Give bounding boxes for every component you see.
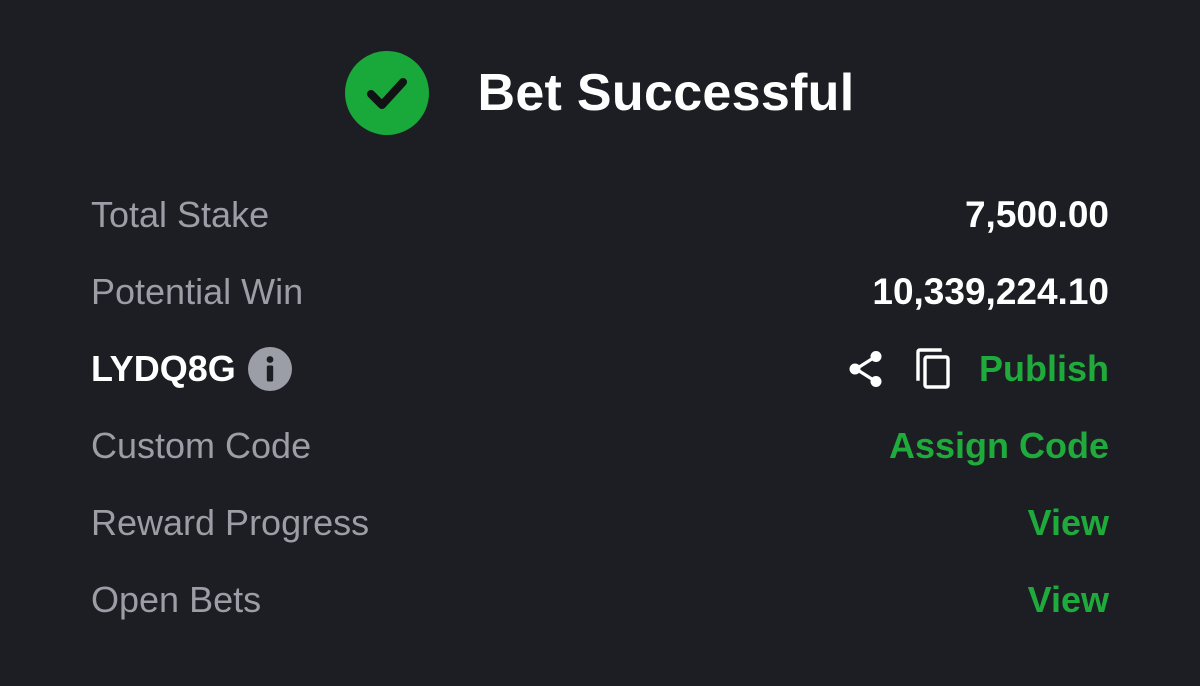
custom-code-row: Custom Code Assign Code [91,407,1109,484]
booking-actions: Publish [845,347,1109,391]
share-icon[interactable] [845,348,887,390]
publish-button[interactable]: Publish [979,348,1109,390]
total-stake-value: 7,500.00 [964,193,1109,235]
copy-icon[interactable] [913,347,953,391]
reward-progress-label: Reward Progress [91,501,370,543]
potential-win-value: 10,339,224.10 [872,270,1109,312]
booking-code: LYDQ8G [91,347,236,389]
custom-code-label: Custom Code [91,424,312,466]
page-title: Bet Successful [477,64,855,122]
info-icon[interactable] [247,346,292,391]
potential-win-label: Potential Win [91,270,304,312]
open-bets-label: Open Bets [91,578,262,620]
total-stake-row: Total Stake 7,500.00 [91,176,1109,253]
open-bets-row: Open Bets View [91,561,1109,638]
reward-progress-row: Reward Progress View [91,484,1109,561]
success-header: Bet Successful [0,48,1200,138]
total-stake-label: Total Stake [91,193,270,235]
reward-progress-view-button[interactable]: View [1028,502,1109,544]
bet-details: Total Stake 7,500.00 Potential Win 10,33… [91,176,1109,638]
check-circle-icon [345,51,430,135]
open-bets-view-button[interactable]: View [1028,579,1109,621]
potential-win-row: Potential Win 10,339,224.10 [91,253,1109,330]
assign-code-button[interactable]: Assign Code [889,425,1109,467]
booking-code-row: LYDQ8G Publish [91,330,1109,407]
booking-code-group: LYDQ8G [91,346,292,391]
